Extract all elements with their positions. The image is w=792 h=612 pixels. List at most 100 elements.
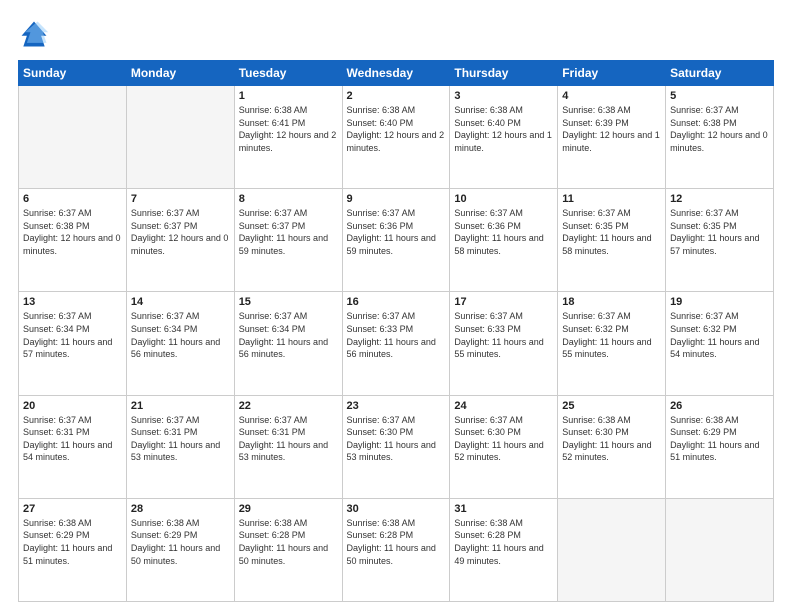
day-number: 17: [454, 296, 553, 308]
calendar-day-cell: 31 Sunrise: 6:38 AM Sunset: 6:28 PM Dayli…: [450, 498, 558, 601]
calendar-day-cell: 17 Sunrise: 6:37 AM Sunset: 6:33 PM Dayli…: [450, 292, 558, 395]
day-detail: Sunrise: 6:37 AM Sunset: 6:35 PM Dayligh…: [562, 207, 661, 257]
day-detail: Sunrise: 6:38 AM Sunset: 6:40 PM Dayligh…: [347, 104, 446, 154]
calendar-day-cell: 1 Sunrise: 6:38 AM Sunset: 6:41 PM Daylig…: [234, 86, 342, 189]
day-number: 26: [670, 400, 769, 412]
page: SundayMondayTuesdayWednesdayThursdayFrid…: [0, 0, 792, 612]
calendar-day-cell: [666, 498, 774, 601]
day-detail: Sunrise: 6:38 AM Sunset: 6:30 PM Dayligh…: [562, 414, 661, 464]
calendar-week-row: 20 Sunrise: 6:37 AM Sunset: 6:31 PM Dayli…: [19, 395, 774, 498]
day-number: 7: [131, 193, 230, 205]
calendar-table: SundayMondayTuesdayWednesdayThursdayFrid…: [18, 60, 774, 602]
day-detail: Sunrise: 6:37 AM Sunset: 6:30 PM Dayligh…: [454, 414, 553, 464]
day-detail: Sunrise: 6:37 AM Sunset: 6:32 PM Dayligh…: [562, 310, 661, 360]
calendar-day-cell: 12Sunrise: 6:37 AM Sunset: 6:35 PM Dayli…: [666, 189, 774, 292]
calendar-day-cell: [126, 86, 234, 189]
day-detail: Sunrise: 6:38 AM Sunset: 6:41 PM Dayligh…: [239, 104, 338, 154]
day-number: 28: [131, 503, 230, 515]
day-detail: Sunrise: 6:37 AM Sunset: 6:31 PM Dayligh…: [239, 414, 338, 464]
day-number: 31: [454, 503, 553, 515]
calendar-day-header: Monday: [126, 61, 234, 86]
calendar-day-cell: 26 Sunrise: 6:38 AM Sunset: 6:29 PM Dayli…: [666, 395, 774, 498]
calendar-week-row: 27 Sunrise: 6:38 AM Sunset: 6:29 PM Dayli…: [19, 498, 774, 601]
calendar-day-header: Saturday: [666, 61, 774, 86]
calendar-day-cell: 7 Sunrise: 6:37 AM Sunset: 6:37 PM Daylig…: [126, 189, 234, 292]
calendar-day-cell: 2 Sunrise: 6:38 AM Sunset: 6:40 PM Daylig…: [342, 86, 450, 189]
calendar-day-cell: 19Sunrise: 6:37 AM Sunset: 6:32 PM Dayli…: [666, 292, 774, 395]
day-number: 15: [239, 296, 338, 308]
day-number: 9: [347, 193, 446, 205]
day-number: 23: [347, 400, 446, 412]
calendar-day-header: Wednesday: [342, 61, 450, 86]
calendar-day-cell: 27 Sunrise: 6:38 AM Sunset: 6:29 PM Dayli…: [19, 498, 127, 601]
calendar-day-cell: 14 Sunrise: 6:37 AM Sunset: 6:34 PM Dayli…: [126, 292, 234, 395]
day-number: 5: [670, 90, 769, 102]
day-detail: Sunrise: 6:38 AM Sunset: 6:28 PM Dayligh…: [239, 517, 338, 567]
day-detail: Sunrise: 6:37 AM Sunset: 6:36 PM Dayligh…: [454, 207, 553, 257]
calendar-day-cell: 22 Sunrise: 6:37 AM Sunset: 6:31 PM Dayli…: [234, 395, 342, 498]
calendar-day-cell: 21Sunrise: 6:37 AM Sunset: 6:31 PM Dayli…: [126, 395, 234, 498]
day-detail: Sunrise: 6:38 AM Sunset: 6:29 PM Dayligh…: [131, 517, 230, 567]
day-number: 4: [562, 90, 661, 102]
calendar-day-cell: 24 Sunrise: 6:37 AM Sunset: 6:30 PM Dayli…: [450, 395, 558, 498]
day-number: 29: [239, 503, 338, 515]
calendar-day-header: Friday: [558, 61, 666, 86]
day-number: 14: [131, 296, 230, 308]
day-number: 6: [23, 193, 122, 205]
day-detail: Sunrise: 6:37 AM Sunset: 6:34 PM Dayligh…: [23, 310, 122, 360]
day-number: 30: [347, 503, 446, 515]
day-detail: Sunrise: 6:38 AM Sunset: 6:28 PM Dayligh…: [454, 517, 553, 567]
calendar-day-cell: 23Sunrise: 6:37 AM Sunset: 6:30 PM Dayli…: [342, 395, 450, 498]
logo: [18, 18, 54, 50]
day-detail: Sunrise: 6:37 AM Sunset: 6:33 PM Dayligh…: [347, 310, 446, 360]
calendar-day-cell: 28 Sunrise: 6:38 AM Sunset: 6:29 PM Dayli…: [126, 498, 234, 601]
calendar-day-cell: 10Sunrise: 6:37 AM Sunset: 6:36 PM Dayli…: [450, 189, 558, 292]
day-detail: Sunrise: 6:38 AM Sunset: 6:29 PM Dayligh…: [23, 517, 122, 567]
day-detail: Sunrise: 6:38 AM Sunset: 6:39 PM Dayligh…: [562, 104, 661, 154]
day-number: 2: [347, 90, 446, 102]
calendar-day-cell: 29 Sunrise: 6:38 AM Sunset: 6:28 PM Dayli…: [234, 498, 342, 601]
calendar-day-cell: 4 Sunrise: 6:38 AM Sunset: 6:39 PM Daylig…: [558, 86, 666, 189]
header: [18, 18, 774, 50]
day-detail: Sunrise: 6:37 AM Sunset: 6:38 PM Dayligh…: [670, 104, 769, 154]
calendar-day-cell: 8 Sunrise: 6:37 AM Sunset: 6:37 PM Daylig…: [234, 189, 342, 292]
calendar-week-row: 13Sunrise: 6:37 AM Sunset: 6:34 PM Dayli…: [19, 292, 774, 395]
day-detail: Sunrise: 6:37 AM Sunset: 6:37 PM Dayligh…: [131, 207, 230, 257]
calendar-day-header: Sunday: [19, 61, 127, 86]
calendar-day-cell: [19, 86, 127, 189]
logo-icon: [18, 18, 50, 50]
day-detail: Sunrise: 6:37 AM Sunset: 6:37 PM Dayligh…: [239, 207, 338, 257]
day-detail: Sunrise: 6:37 AM Sunset: 6:35 PM Dayligh…: [670, 207, 769, 257]
day-number: 3: [454, 90, 553, 102]
calendar-day-cell: 13Sunrise: 6:37 AM Sunset: 6:34 PM Dayli…: [19, 292, 127, 395]
day-number: 1: [239, 90, 338, 102]
calendar-day-cell: 20 Sunrise: 6:37 AM Sunset: 6:31 PM Dayli…: [19, 395, 127, 498]
day-number: 18: [562, 296, 661, 308]
day-detail: Sunrise: 6:38 AM Sunset: 6:28 PM Dayligh…: [347, 517, 446, 567]
day-detail: Sunrise: 6:37 AM Sunset: 6:33 PM Dayligh…: [454, 310, 553, 360]
day-number: 8: [239, 193, 338, 205]
day-detail: Sunrise: 6:37 AM Sunset: 6:31 PM Dayligh…: [23, 414, 122, 464]
calendar-day-cell: 30 Sunrise: 6:38 AM Sunset: 6:28 PM Dayli…: [342, 498, 450, 601]
calendar-header-row: SundayMondayTuesdayWednesdayThursdayFrid…: [19, 61, 774, 86]
calendar-day-header: Tuesday: [234, 61, 342, 86]
day-number: 27: [23, 503, 122, 515]
day-detail: Sunrise: 6:37 AM Sunset: 6:36 PM Dayligh…: [347, 207, 446, 257]
day-detail: Sunrise: 6:37 AM Sunset: 6:38 PM Dayligh…: [23, 207, 122, 257]
calendar-day-cell: 3Sunrise: 6:38 AM Sunset: 6:40 PM Daylig…: [450, 86, 558, 189]
day-number: 25: [562, 400, 661, 412]
calendar-day-cell: [558, 498, 666, 601]
day-detail: Sunrise: 6:37 AM Sunset: 6:34 PM Dayligh…: [131, 310, 230, 360]
day-number: 24: [454, 400, 553, 412]
calendar-day-cell: 9 Sunrise: 6:37 AM Sunset: 6:36 PM Daylig…: [342, 189, 450, 292]
day-number: 11: [562, 193, 661, 205]
day-number: 22: [239, 400, 338, 412]
day-number: 21: [131, 400, 230, 412]
calendar-day-cell: 25 Sunrise: 6:38 AM Sunset: 6:30 PM Dayli…: [558, 395, 666, 498]
day-number: 20: [23, 400, 122, 412]
calendar-day-cell: 15Sunrise: 6:37 AM Sunset: 6:34 PM Dayli…: [234, 292, 342, 395]
calendar-day-cell: 5 Sunrise: 6:37 AM Sunset: 6:38 PM Daylig…: [666, 86, 774, 189]
calendar-week-row: 6 Sunrise: 6:37 AM Sunset: 6:38 PM Daylig…: [19, 189, 774, 292]
calendar-day-header: Thursday: [450, 61, 558, 86]
day-detail: Sunrise: 6:38 AM Sunset: 6:29 PM Dayligh…: [670, 414, 769, 464]
